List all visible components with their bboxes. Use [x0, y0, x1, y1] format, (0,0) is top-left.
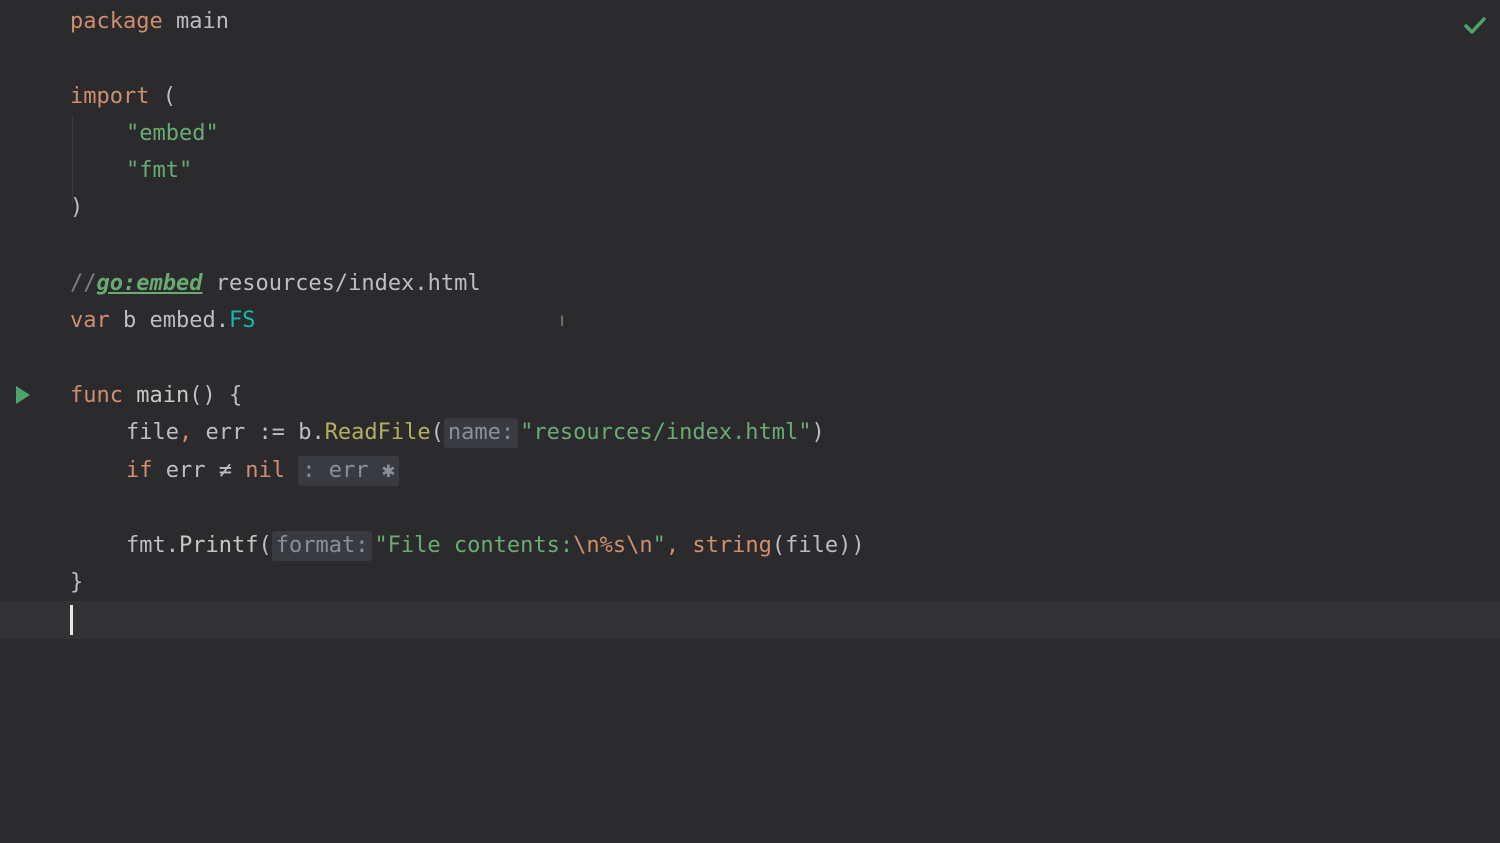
embed-path: resources/index.html: [215, 271, 481, 296]
text-caret: [70, 605, 73, 635]
paren: ): [811, 420, 825, 445]
current-line-highlight: [0, 601, 1500, 639]
code-text: err ≠: [152, 458, 246, 483]
identifier: file: [126, 420, 179, 445]
string-literal: "File contents:: [374, 533, 574, 558]
keyword: func: [70, 383, 123, 408]
code-line-4[interactable]: "embed": [0, 115, 1500, 152]
embed-directive-link[interactable]: go:embed: [97, 271, 203, 296]
function-name: main: [136, 383, 190, 408]
package-ref: fmt.: [126, 533, 179, 558]
nil-keyword: nil: [245, 458, 285, 483]
method-call: ReadFile: [324, 420, 431, 445]
parameter-hint: format:: [271, 531, 373, 561]
comment-slashes: //: [70, 271, 97, 296]
code-line-15[interactable]: fmt.Printf(format: "File contents:\n%s\n"…: [0, 527, 1500, 564]
type-name: FS: [228, 308, 256, 333]
string-literal: "resources/index.html": [520, 420, 812, 445]
comma: ,: [665, 533, 680, 558]
keyword: if: [126, 458, 153, 483]
paren: (: [258, 533, 272, 558]
paren: (: [430, 420, 444, 445]
paren: (: [162, 84, 176, 109]
keyword: package: [70, 9, 163, 34]
code-line-12[interactable]: file, err := b.ReadFile(name: "resources/…: [0, 414, 1500, 451]
ibeam-cursor-icon: I: [560, 314, 565, 330]
code-line-3[interactable]: import (: [0, 78, 1500, 115]
escape-sequence: \n%s\n: [573, 533, 653, 558]
code-line-13[interactable]: if err ≠ nil : err ✱: [0, 452, 1500, 489]
string-literal: "embed": [126, 121, 219, 146]
code-line-5[interactable]: "fmt": [0, 152, 1500, 189]
string-literal: ": [652, 533, 666, 558]
code-line-8[interactable]: //go:embed resources/index.html: [0, 265, 1500, 302]
code-text: (file)): [771, 533, 865, 558]
check-icon[interactable]: [1464, 14, 1486, 36]
code-line-1[interactable]: package main: [0, 3, 1500, 40]
code-line-6[interactable]: ): [0, 189, 1500, 226]
code-line-9[interactable]: var b embed.FS: [0, 302, 1500, 339]
comma: ,: [178, 420, 193, 445]
code-editor[interactable]: package main import ( "embed" "fmt" ) //…: [0, 0, 1500, 843]
paren: ): [70, 195, 84, 220]
code-text: err := b.: [192, 420, 325, 445]
collapsed-block-hint[interactable]: : err ✱: [298, 456, 399, 486]
keyword: import: [70, 84, 150, 109]
punctuation: () {: [189, 383, 243, 408]
code-line-11[interactable]: func main() {: [0, 377, 1500, 414]
brace: }: [70, 570, 84, 595]
method-call: Printf: [178, 533, 259, 558]
code-line-16[interactable]: }: [0, 564, 1500, 601]
keyword: var: [70, 308, 110, 333]
package-ref: embed.: [149, 308, 229, 333]
identifier: b: [123, 308, 137, 333]
builtin-function: string: [692, 533, 772, 558]
parameter-hint: name:: [443, 418, 519, 448]
package-name: main: [175, 9, 229, 34]
string-literal: "fmt": [126, 158, 193, 183]
